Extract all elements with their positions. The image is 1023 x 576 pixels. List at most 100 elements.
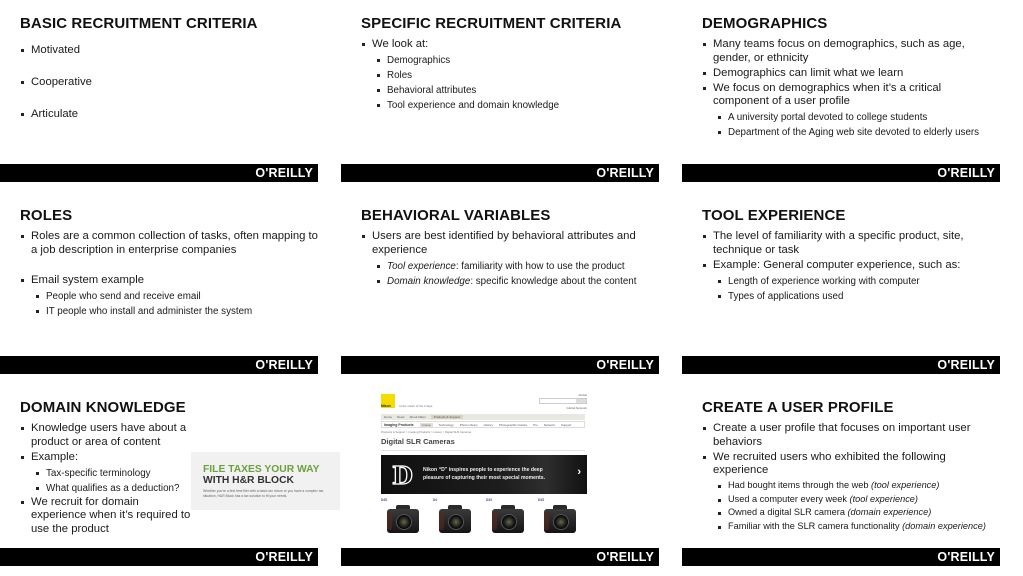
camera-name[interactable]: D3S [538, 498, 544, 502]
sub-bullet: Familiar with the SLR camera functionali… [702, 520, 1002, 534]
nav-about[interactable]: About Nikon [410, 415, 426, 419]
nikon-website-screenshot: Nikon At the Heart of the Image Global G… [377, 388, 589, 544]
camera-name[interactable]: D4 [433, 498, 437, 502]
slide-behavioral-variables[interactable]: BEHAVIORAL VARIABLES Users are best iden… [341, 192, 659, 384]
slide-nikon-website-example[interactable]: Nikon At the Heart of the Image Global G… [341, 384, 659, 576]
sub-bullet: Tax-specific terminology [20, 466, 192, 481]
slide-body: Users are best identified by behavioral … [361, 230, 659, 289]
camera-name[interactable]: D4S [381, 498, 387, 502]
bullet: We recruit for domain experience when it… [20, 496, 192, 537]
bullet: Users are best identified by behavioral … [361, 230, 659, 257]
slide-title: ROLES [20, 207, 73, 224]
nav-lineup[interactable]: Lineup [419, 422, 433, 427]
nav-news[interactable]: News [397, 415, 405, 419]
hr-block-ad-image: FILE TAXES YOUR WAY WITH H&R BLOCK Wheth… [191, 452, 340, 510]
term-definition: : familiarity with how to use the produc… [455, 260, 625, 272]
sub-bullet: Owned a digital SLR camera (domain exper… [702, 506, 1002, 520]
slide-demographics[interactable]: DEMOGRAPHICS Many teams focus on demogra… [682, 0, 1000, 192]
slide-title: BASIC RECRUITMENT CRITERIA [20, 15, 258, 32]
sub-bullet: A university portal devoted to college s… [702, 110, 1000, 125]
camera-card[interactable]: D3S [538, 498, 580, 544]
bullet: Demographics can limit what we learn [702, 67, 1000, 81]
nav-photo-library[interactable]: Photo Library [460, 423, 478, 427]
bullet: We focus on demographics when it’s a cri… [702, 82, 1000, 109]
nikon-logo: Nikon [381, 394, 395, 408]
sub-bullet: Roles [361, 68, 659, 83]
sub-bullet: Behavioral attributes [361, 83, 659, 98]
bullet: Motivated [20, 44, 318, 58]
chevron-right-icon[interactable]: › [577, 466, 581, 478]
bullet: Many teams focus on demographics, such a… [702, 38, 1000, 65]
slide-basic-recruitment-criteria[interactable]: BASIC RECRUITMENT CRITERIA Motivated Coo… [0, 0, 318, 192]
nav-technology[interactable]: Technology [439, 423, 454, 427]
slide-title: DEMOGRAPHICS [702, 15, 828, 32]
sub-bullet: Length of experience working with comput… [702, 274, 1000, 289]
ad-subtext: Whether you're a first time filer with a… [203, 489, 324, 498]
slide-roles[interactable]: ROLES Roles are a common collection of t… [0, 192, 318, 384]
slide-body: Many teams focus on demographics, such a… [702, 38, 1000, 140]
slide-tool-experience[interactable]: TOOL EXPERIENCE The level of familiarity… [682, 192, 1000, 384]
sub-bullet: Demographics [361, 53, 659, 68]
ad-headline-line1: FILE TAXES YOUR WAY [203, 464, 320, 475]
bullet: Example: [20, 451, 192, 465]
sub-bullet: Used a computer every week (tool experie… [702, 493, 1002, 507]
sub-bullet: Domain knowledge: specific knowledge abo… [361, 274, 659, 289]
slide-body: We look at: Demographics Roles Behaviora… [361, 38, 659, 113]
bullet: Knowledge users have about a product or … [20, 422, 192, 449]
oreilly-logo: O'REILLY [937, 550, 995, 564]
nav-pro[interactable]: Pro [533, 423, 538, 427]
sub-bullet: IT people who install and administer the… [20, 304, 318, 319]
slide-title: SPECIFIC RECRUITMENT CRITERIA [361, 15, 622, 32]
nikon-d-banner[interactable]: D Nikon “D” inspires people to experienc… [381, 455, 587, 494]
camera-name[interactable]: D3X [486, 498, 492, 502]
oreilly-logo: O'REILLY [255, 358, 313, 372]
oreilly-logo: O'REILLY [937, 166, 995, 180]
term-definition: : specific knowledge about the content [470, 275, 637, 287]
slide-body: Roles are a common collection of tasks, … [20, 230, 318, 319]
nav-network[interactable]: Network [544, 423, 555, 427]
nav-products-support[interactable]: Products & Support [430, 415, 463, 419]
bullet: Roles are a common collection of tasks, … [20, 230, 318, 257]
camera-card[interactable]: D3X [486, 498, 528, 544]
oreilly-logo: O'REILLY [255, 166, 313, 180]
breadcrumb: Products & Support > Imaging Products > … [381, 430, 472, 434]
slide-title: TOOL EXPERIENCE [702, 207, 846, 224]
nav-photographic-culture[interactable]: Photographic Culture [499, 423, 527, 427]
oreilly-logo: O'REILLY [937, 358, 995, 372]
sub-bullet: Tool experience: familiarity with how to… [361, 259, 659, 274]
sub-bullet: Had bought items through the web (tool e… [702, 479, 1002, 493]
oreilly-footer-bar: O'REILLY [682, 356, 1000, 374]
search-input[interactable] [539, 398, 587, 404]
sub-bullet: People who send and receive email [20, 289, 318, 304]
slide-title: CREATE A USER PROFILE [702, 399, 894, 416]
term-emphasis: Domain knowledge [387, 275, 471, 287]
slide-domain-knowledge[interactable]: DOMAIN KNOWLEDGE Knowledge users have ab… [0, 384, 340, 576]
camera-card[interactable]: D4S [381, 498, 423, 544]
nav-support[interactable]: Support [561, 423, 572, 427]
slide-title: DOMAIN KNOWLEDGE [20, 399, 186, 416]
camera-card[interactable]: D4 [433, 498, 475, 544]
oreilly-footer-bar: O'REILLY [341, 548, 659, 566]
bullet: Cooperative [20, 76, 318, 90]
oreilly-footer-bar: O'REILLY [341, 356, 659, 374]
nav-home[interactable]: Home [384, 415, 392, 419]
oreilly-logo: O'REILLY [596, 358, 654, 372]
page-heading: Digital SLR Cameras [381, 437, 455, 446]
bullet: Example: General computer experience, su… [702, 259, 1000, 273]
bullet: Articulate [20, 108, 318, 122]
global-link[interactable]: Global [578, 393, 587, 397]
oreilly-footer-bar: O'REILLY [0, 548, 318, 566]
global-network-link[interactable]: Global Network [566, 406, 587, 410]
search-button[interactable] [576, 399, 586, 403]
nav-imaging-products[interactable]: Imaging Products [384, 423, 414, 427]
nikon-tagline: At the Heart of the Image [399, 404, 433, 408]
bullet: We look at: [361, 38, 659, 52]
slide-specific-recruitment-criteria[interactable]: SPECIFIC RECRUITMENT CRITERIA We look at… [341, 0, 659, 192]
oreilly-footer-bar: O'REILLY [682, 164, 1000, 182]
d-logo-icon: D [391, 460, 413, 490]
bullet: Create a user profile that focuses on im… [702, 422, 1002, 449]
nav-history[interactable]: History [484, 423, 493, 427]
slide-body: Create a user profile that focuses on im… [702, 422, 1002, 533]
slide-create-a-user-profile[interactable]: CREATE A USER PROFILE Create a user prof… [682, 384, 1023, 576]
slide-title: BEHAVIORAL VARIABLES [361, 207, 551, 224]
